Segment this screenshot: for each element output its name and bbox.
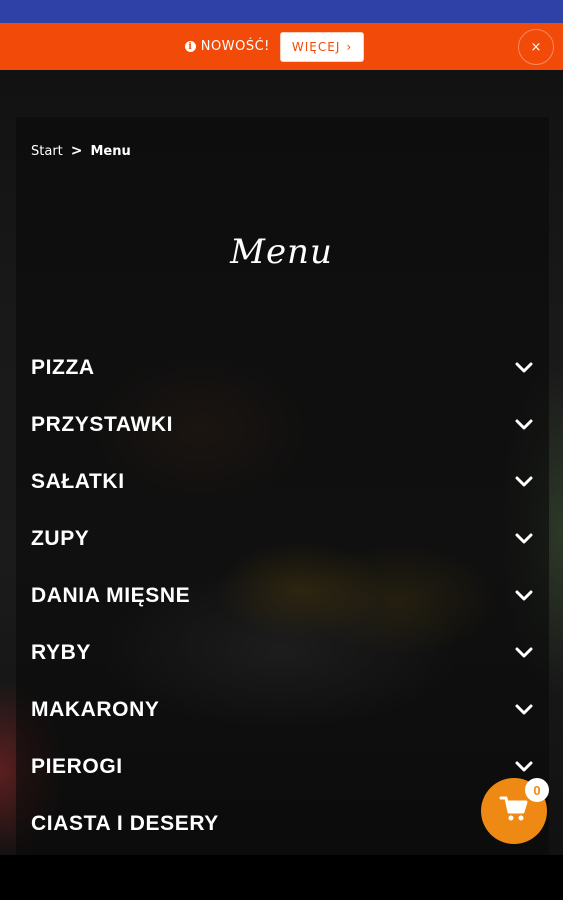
menu-category-label: ZUPY: [31, 526, 90, 550]
chevron-right-icon: ›: [346, 39, 353, 54]
cart-button[interactable]: 0: [481, 778, 549, 844]
chevron-down-icon[interactable]: [515, 416, 533, 434]
menu-category-ciasta-i-desery[interactable]: CIASTA I DESERY: [31, 795, 535, 852]
close-icon: ×: [530, 39, 542, 55]
chevron-down-icon[interactable]: [515, 587, 533, 605]
menu-category-ryby[interactable]: RYBY: [31, 624, 535, 681]
info-icon: i: [184, 41, 196, 52]
chevron-down-icon[interactable]: [515, 359, 533, 377]
menu-category-list: PIZZA PRZYSTAWKI SAŁATKI ZUPY DANIA MIĘS…: [31, 339, 535, 852]
menu-category-label: DANIA MIĘSNE: [31, 583, 191, 607]
chevron-down-icon[interactable]: [515, 758, 533, 776]
menu-category-label: SAŁATKI: [31, 469, 125, 493]
breadcrumb: Start > Menu: [31, 143, 131, 159]
menu-category-label: PIZZA: [31, 355, 95, 379]
page-title: Menu: [230, 232, 333, 272]
menu-category-salatki[interactable]: SAŁATKI: [31, 453, 535, 510]
breadcrumb-current: Menu: [90, 143, 131, 159]
menu-category-label: MAKARONY: [31, 697, 160, 721]
breadcrumb-home-link[interactable]: Start: [31, 144, 63, 159]
menu-category-przystawki[interactable]: PRZYSTAWKI: [31, 396, 535, 453]
notice-bar: i NOWOŚĆ! WIĘCEJ › ×: [0, 23, 563, 70]
notice-text: NOWOŚĆ!: [200, 39, 270, 54]
cart-icon: [499, 795, 529, 827]
menu-category-label: CIASTA I DESERY: [31, 811, 219, 835]
chevron-down-icon[interactable]: [515, 473, 533, 491]
chevron-right-icon: >: [70, 143, 83, 159]
more-button-label: WIĘCEJ: [291, 39, 341, 54]
bottom-edge: [0, 855, 563, 900]
chevron-down-icon[interactable]: [515, 530, 533, 548]
more-button[interactable]: WIĘCEJ ›: [279, 31, 365, 62]
page: i NOWOŚĆ! WIĘCEJ › × Start > Menu Menu P…: [0, 0, 563, 900]
menu-category-dania-miesne[interactable]: DANIA MIĘSNE: [31, 567, 535, 624]
menu-category-pizza[interactable]: PIZZA: [31, 339, 535, 396]
cart-count-badge: 0: [525, 778, 549, 802]
menu-category-pierogi[interactable]: PIEROGI: [31, 738, 535, 795]
menu-category-zupy[interactable]: ZUPY: [31, 510, 535, 567]
chevron-down-icon[interactable]: [515, 644, 533, 662]
notice-content: i NOWOŚĆ! WIĘCEJ ›: [184, 31, 365, 62]
menu-category-label: PIEROGI: [31, 754, 123, 778]
close-notice-button[interactable]: ×: [518, 29, 554, 65]
chevron-down-icon[interactable]: [515, 701, 533, 719]
menu-category-label: RYBY: [31, 640, 91, 664]
menu-category-label: PRZYSTAWKI: [31, 412, 174, 436]
menu-category-makarony[interactable]: MAKARONY: [31, 681, 535, 738]
notice-message: i NOWOŚĆ!: [184, 39, 270, 54]
top-bar: [0, 0, 563, 23]
